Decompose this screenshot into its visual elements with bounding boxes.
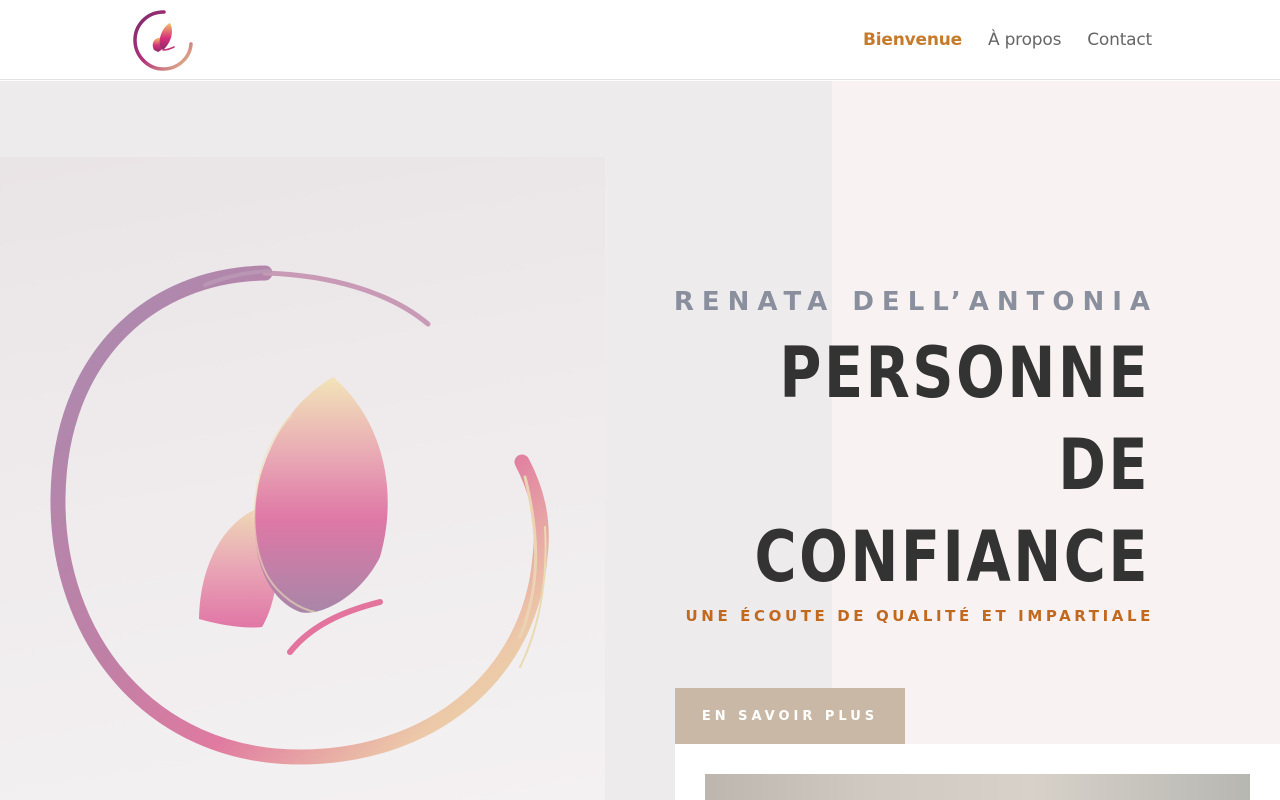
- hero-section: RENATA DELL’ANTONIA PERSONNE DE CONFIANC…: [0, 81, 1280, 800]
- hero-tagline: UNE ÉCOUTE DE QUALITÉ ET IMPARTIALE: [685, 607, 1154, 625]
- nav-link-a-propos[interactable]: À propos: [988, 30, 1061, 50]
- nav-link-bienvenue[interactable]: Bienvenue: [863, 30, 962, 50]
- content-card: [675, 744, 1280, 800]
- logo-link[interactable]: [130, 8, 196, 74]
- card-photo: [705, 774, 1250, 800]
- hero-headline: PERSONNE DE CONFIANCE: [724, 327, 1150, 603]
- nav-link-contact[interactable]: Contact: [1087, 30, 1152, 50]
- hero-kicker: RENATA DELL’ANTONIA: [673, 287, 1158, 317]
- butterfly-logo-icon: [133, 10, 193, 71]
- hero-text-block: RENATA DELL’ANTONIA PERSONNE DE CONFIANC…: [630, 287, 1151, 625]
- butterfly-illustration-icon: [50, 265, 549, 765]
- headline-line-1: PERSONNE DE: [779, 332, 1150, 506]
- en-savoir-plus-button[interactable]: EN SAVOIR PLUS: [675, 688, 905, 744]
- hero-illustration: [0, 157, 605, 800]
- site-header: Bienvenue À propos Contact: [0, 0, 1280, 80]
- main-nav: Bienvenue À propos Contact: [863, 0, 1152, 80]
- headline-line-2: CONFIANCE: [754, 516, 1150, 598]
